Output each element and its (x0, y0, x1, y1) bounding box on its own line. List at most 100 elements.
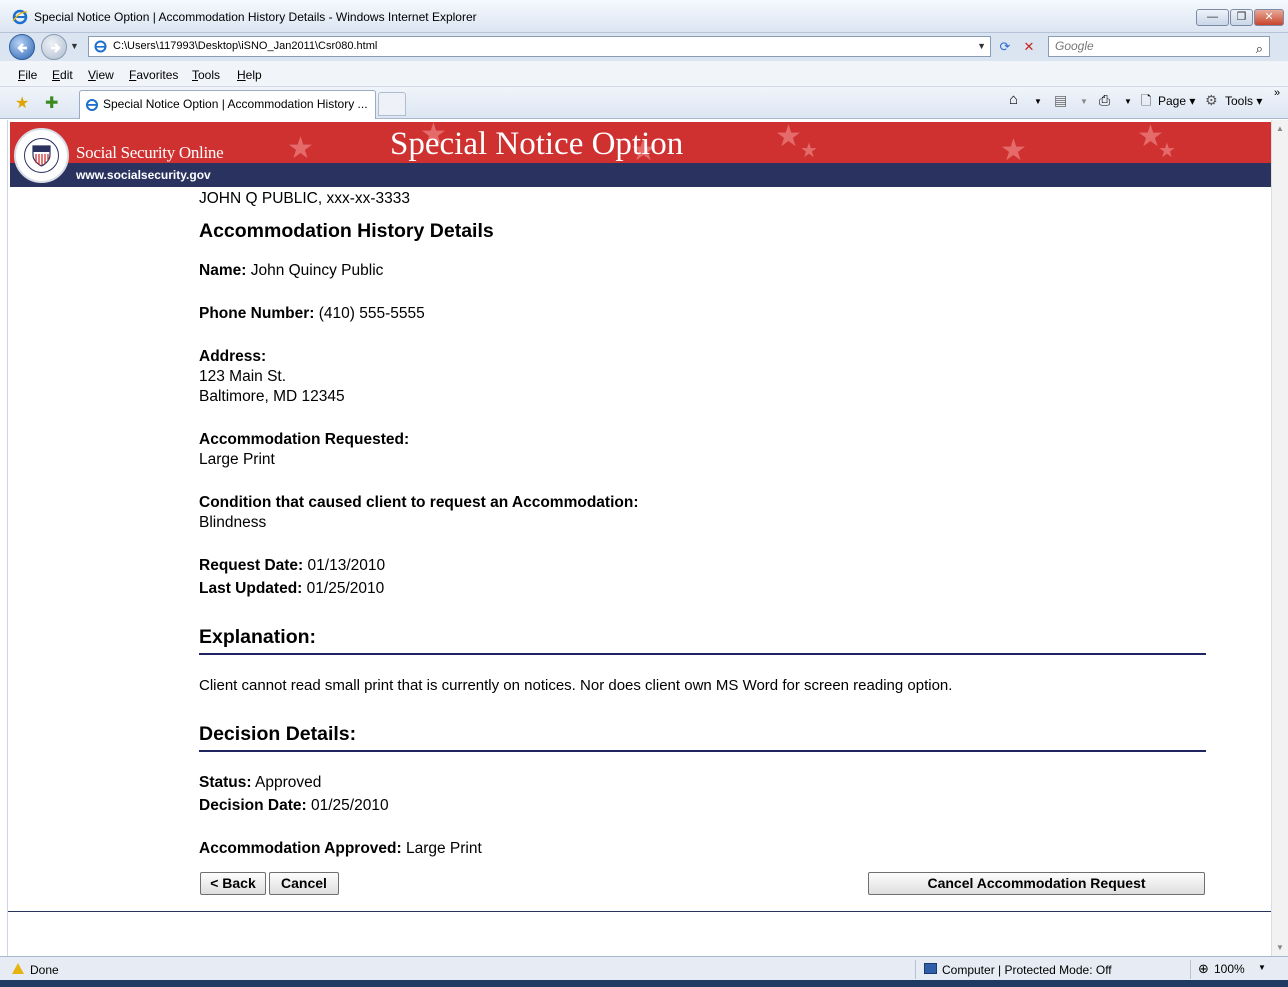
ie-logo-icon (12, 9, 28, 25)
banner-star-icon: ★ (775, 122, 802, 153)
status-row: Status: Approved (199, 774, 321, 792)
page-viewport: ★ ★ ★ ★ ★ ★ ★ ★ Social Security Online S… (8, 120, 1271, 956)
menu-view[interactable]: View (88, 68, 114, 82)
site-headline: Special Notice Option (390, 126, 684, 162)
add-favorite-icon[interactable]: ✚ (45, 93, 58, 113)
feeds-dropdown-icon[interactable]: ▼ (1080, 97, 1088, 106)
home-icon[interactable]: ⌂ (1009, 91, 1018, 108)
print-dropdown-icon[interactable]: ▼ (1124, 97, 1132, 106)
minimize-button[interactable]: — (1196, 9, 1229, 26)
client-line: JOHN Q PUBLIC, xxx-xx-3333 (199, 190, 411, 207)
scroll-up-icon[interactable]: ▲ (1276, 124, 1284, 133)
decision-date-label: Decision Date: (199, 797, 307, 814)
address-line1: 123 Main St. (199, 368, 287, 385)
address-label: Address: (199, 348, 267, 365)
windows-taskbar (0, 980, 1288, 987)
feeds-icon[interactable]: ▤ (1054, 92, 1067, 109)
zoom-dropdown-icon[interactable]: ▼ (1258, 963, 1266, 972)
refresh-icon[interactable]: ⟳ (994, 36, 1016, 57)
site-banner: ★ ★ ★ ★ ★ ★ ★ ★ Social Security Online S… (10, 122, 1271, 163)
address-line2: Baltimore, MD 12345 (199, 388, 345, 405)
page-menu-icon: 🗋 (1141, 93, 1152, 108)
computer-zone-icon (924, 963, 937, 974)
eagle-shield-icon (32, 145, 51, 167)
site-brand[interactable]: Social Security Online (76, 143, 224, 163)
condition-value: Blindness (199, 514, 267, 531)
cancel-accommodation-request-button[interactable]: Cancel Accommodation Request (868, 872, 1205, 895)
menu-bar: File Edit View Favorites Tools Help (0, 61, 1288, 87)
status-separator (1190, 960, 1191, 979)
window-title-bar: Special Notice Option | Accommodation Hi… (0, 0, 1288, 33)
favorites-star-icon[interactable]: ★ (15, 93, 29, 113)
phone-value: (410) 555-5555 (318, 305, 425, 322)
cancel-button[interactable]: Cancel (269, 872, 339, 895)
decision-date-row: Decision Date: 01/25/2010 (199, 797, 389, 815)
search-icon[interactable]: ⌕ (1256, 39, 1263, 58)
back-button[interactable]: < Back (200, 872, 266, 895)
security-zone[interactable]: Computer | Protected Mode: Off (942, 963, 1112, 977)
last-updated-value: 01/25/2010 (306, 580, 385, 597)
decision-heading: Decision Details: (199, 723, 357, 745)
menu-tools[interactable]: Tools (192, 68, 220, 82)
arrow-right-icon (51, 43, 61, 53)
accommodation-requested-value: Large Print (199, 451, 275, 468)
last-updated-row: Last Updated: 01/25/2010 (199, 580, 384, 598)
request-date-row: Request Date: 01/13/2010 (199, 557, 385, 575)
arrow-left-icon (17, 43, 27, 53)
address-dropdown-icon[interactable]: ▼ (977, 37, 986, 56)
status-text: Done (30, 963, 59, 977)
last-updated-label: Last Updated: (199, 580, 303, 597)
status-value: Approved (255, 774, 322, 791)
tab-active[interactable]: Special Notice Option | Accommodation Hi… (79, 90, 376, 119)
menu-file[interactable]: File (18, 68, 37, 82)
explanation-heading: Explanation: (199, 626, 317, 648)
search-placeholder: Google (1055, 39, 1094, 53)
new-tab-button[interactable] (378, 92, 406, 116)
status-separator (915, 960, 916, 979)
ssa-seal-logo (14, 128, 69, 183)
footer-divider (8, 911, 1271, 912)
page-title: Accommodation History Details (199, 220, 494, 242)
phone-label: Phone Number: (199, 305, 315, 322)
home-dropdown-icon[interactable]: ▼ (1034, 97, 1042, 106)
zoom-level[interactable]: 100% (1214, 962, 1245, 976)
request-date-label: Request Date: (199, 557, 304, 574)
decision-section-header: Decision Details: (199, 713, 1206, 752)
stop-icon[interactable]: ✕ (1018, 36, 1040, 57)
site-url[interactable]: www.socialsecurity.gov (76, 168, 211, 182)
tab-title: Special Notice Option | Accommodation Hi… (103, 97, 368, 111)
chevron-more-icon[interactable]: » (1274, 87, 1280, 99)
page-menu[interactable]: Page ▾ (1158, 94, 1195, 108)
back-nav-button[interactable] (9, 34, 35, 60)
tools-menu[interactable]: Tools ▾ (1225, 94, 1262, 108)
menu-help[interactable]: Help (237, 68, 262, 82)
gear-icon: ⚙ (1205, 92, 1218, 108)
warning-icon (12, 963, 24, 974)
forward-nav-button[interactable] (41, 34, 67, 60)
banner-star-icon: ★ (800, 140, 818, 162)
close-window-button[interactable]: ✕ (1254, 9, 1284, 26)
print-icon[interactable]: ⎙ (1099, 92, 1110, 109)
condition-label: Condition that caused client to request … (199, 494, 639, 511)
search-input[interactable]: Google ⌕ (1048, 36, 1270, 57)
restore-button[interactable]: ❐ (1230, 9, 1253, 26)
vertical-scrollbar[interactable]: ▲ ▼ (1271, 120, 1288, 956)
name-row: Name: John Quincy Public (199, 262, 383, 280)
menu-favorites[interactable]: Favorites (129, 68, 178, 82)
address-toolbar: ▼ C:\Users\117993\Desktop\iSNO_Jan2011\C… (0, 33, 1288, 61)
address-text: C:\Users\117993\Desktop\iSNO_Jan2011\Csr… (113, 40, 378, 52)
request-date-value: 01/13/2010 (307, 557, 386, 574)
window-title: Special Notice Option | Accommodation Hi… (34, 10, 477, 24)
history-dropdown-icon[interactable]: ▼ (70, 41, 79, 51)
banner-star-icon: ★ (1000, 134, 1027, 164)
approved-value: Large Print (405, 840, 482, 857)
explanation-text: Client cannot read small print that is c… (199, 677, 953, 694)
tab-bar: ★ ✚ Special Notice Option | Accommodatio… (0, 87, 1288, 119)
scroll-down-icon[interactable]: ▼ (1276, 943, 1284, 952)
page-icon (94, 40, 107, 53)
approved-label: Accommodation Approved: (199, 840, 402, 857)
menu-edit[interactable]: Edit (52, 68, 73, 82)
banner-star-icon: ★ (287, 132, 314, 164)
zoom-icon: ⊕ (1198, 961, 1209, 976)
address-input[interactable]: C:\Users\117993\Desktop\iSNO_Jan2011\Csr… (88, 36, 991, 57)
